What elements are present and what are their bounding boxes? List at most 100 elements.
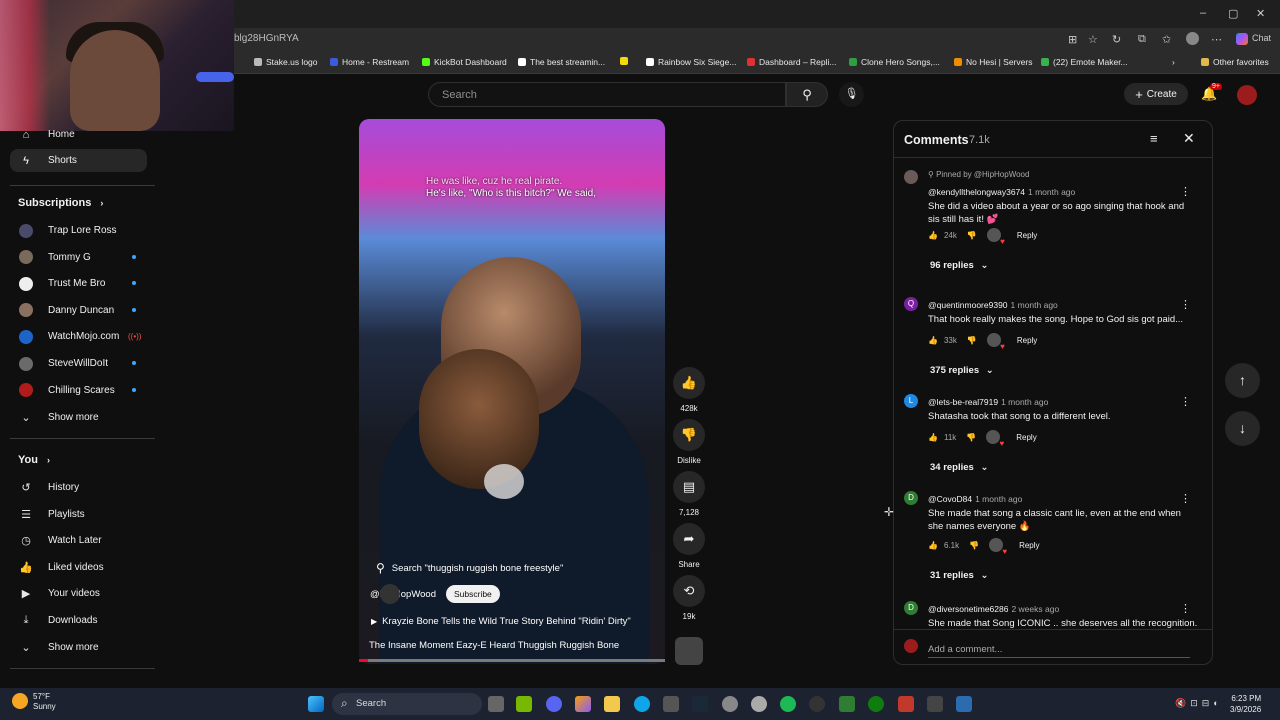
- comment-author[interactable]: @kendyllthelongway3674 1 month ago: [928, 187, 1075, 197]
- comment-author[interactable]: @lets-be-real7919 1 month ago: [928, 397, 1048, 407]
- bookmarks-overflow-icon[interactable]: ›: [1172, 57, 1175, 67]
- bookmark-item[interactable]: Dashboard – Repli...: [747, 57, 837, 67]
- sidebar-channel-item[interactable]: Tommy G: [10, 246, 147, 269]
- bookmark-item[interactable]: No Hesi | Servers: [954, 57, 1032, 67]
- url-text[interactable]: blg28HGnRYA: [234, 33, 299, 44]
- file-explorer-icon[interactable]: [604, 696, 620, 712]
- bookmark-item[interactable]: (22) Emote Maker...: [1041, 57, 1128, 67]
- search-input[interactable]: Search: [428, 82, 786, 107]
- reply-button[interactable]: Reply: [1016, 433, 1036, 442]
- sidebar-item-playlists[interactable]: ☰ Playlists: [10, 503, 147, 526]
- sidebar-channel-item[interactable]: Trust Me Bro: [10, 272, 147, 295]
- sidebar-channel-item[interactable]: Trap Lore Ross: [10, 219, 147, 242]
- app-icon[interactable]: [722, 696, 738, 712]
- reply-button[interactable]: Reply: [1019, 541, 1039, 550]
- sidebar-channel-item[interactable]: Danny Duncan: [10, 299, 147, 322]
- comment-menu-icon[interactable]: ⋮: [1180, 395, 1191, 408]
- sidebar-item-history[interactable]: ↺ History: [10, 476, 147, 499]
- dislike-button[interactable]: 👎 Dislike: [673, 419, 705, 465]
- close-icon[interactable]: ✕: [1183, 130, 1195, 147]
- sort-icon[interactable]: ≡: [1150, 131, 1158, 146]
- view-replies-button[interactable]: 96 replies ⌄: [930, 260, 988, 271]
- nvidia-icon[interactable]: [516, 696, 532, 712]
- sidebar-item-home[interactable]: ⌂ Home: [10, 123, 147, 146]
- sidebar-item-liked-videos[interactable]: 👍 Liked videos: [10, 556, 147, 579]
- minimize-icon[interactable]: –: [1200, 7, 1206, 19]
- edge-icon[interactable]: [634, 696, 650, 712]
- view-replies-button[interactable]: 31 replies ⌄: [930, 570, 988, 581]
- taskbar-search[interactable]: Search: [332, 693, 482, 715]
- app-4k-icon[interactable]: [809, 696, 825, 712]
- bookmark-item[interactable]: [620, 57, 632, 65]
- thumbs-down-icon[interactable]: 👎: [969, 541, 979, 550]
- thumbs-up-icon[interactable]: 👍: [928, 231, 938, 240]
- view-replies-button[interactable]: 34 replies ⌄: [930, 462, 988, 473]
- search-suggestion[interactable]: ⚲ Search "thuggish ruggish bone freestyle…: [376, 561, 563, 575]
- close-window-icon[interactable]: ✕: [1256, 7, 1265, 20]
- steam-icon[interactable]: [692, 696, 708, 712]
- app-red-icon[interactable]: [898, 696, 914, 712]
- commenter-avatar[interactable]: D: [904, 601, 918, 615]
- share-button[interactable]: ➦ Share: [673, 523, 705, 569]
- related-video-link[interactable]: ▶ Krayzie Bone Tells the Wild True Story …: [371, 616, 631, 627]
- sidebar-channel-item[interactable]: WatchMojo.com ((•)): [10, 325, 147, 348]
- view-replies-button[interactable]: 375 replies ⌄: [930, 365, 994, 376]
- video-progress-bar[interactable]: [359, 659, 665, 662]
- create-button[interactable]: + Create: [1124, 83, 1188, 105]
- add-comment-input[interactable]: Add a comment...: [928, 644, 1002, 655]
- comment-menu-icon[interactable]: ⋮: [1180, 185, 1191, 198]
- app-b-icon[interactable]: [839, 696, 855, 712]
- comment-menu-icon[interactable]: ⋮: [1180, 602, 1191, 615]
- reply-button[interactable]: Reply: [1017, 336, 1037, 345]
- comment-username[interactable]: @kendyllthelongway3674: [928, 187, 1025, 197]
- comment-username[interactable]: @quentinmoore9390: [928, 300, 1008, 310]
- show-more-subscriptions[interactable]: ⌄ Show more: [10, 406, 147, 429]
- shorts-video-player[interactable]: [359, 119, 665, 664]
- search-button[interactable]: ⚲: [786, 82, 828, 107]
- comment-username[interactable]: @CovoD84: [928, 494, 972, 504]
- start-icon[interactable]: [308, 696, 324, 712]
- favorites-icon[interactable]: ✩: [1162, 33, 1171, 46]
- voice-search-button[interactable]: 🎙: [839, 82, 864, 107]
- comment-menu-icon[interactable]: ⋮: [1180, 492, 1191, 505]
- split-screen-icon[interactable]: ⊞: [1068, 33, 1077, 46]
- bookmark-item[interactable]: KickBot Dashboard: [422, 57, 507, 67]
- sidebar-item-watch-later[interactable]: ◷ Watch Later: [10, 529, 147, 552]
- you-heading[interactable]: You ›: [18, 454, 50, 466]
- reply-button[interactable]: Reply: [1017, 231, 1037, 240]
- comment-author[interactable]: @CovoD84 1 month ago: [928, 494, 1022, 504]
- commenter-avatar[interactable]: L: [904, 394, 918, 408]
- comment-menu-icon[interactable]: ⋮: [1180, 298, 1191, 311]
- commenter-avatar[interactable]: D: [904, 491, 918, 505]
- subscribe-button[interactable]: Subscribe: [445, 585, 500, 603]
- xbox-icon[interactable]: [868, 696, 884, 712]
- system-tray-icons[interactable]: 🔇⊡⊟◐: [1175, 698, 1223, 709]
- refresh-icon[interactable]: ↻: [1112, 33, 1121, 46]
- store-icon[interactable]: [663, 696, 679, 712]
- commenter-avatar[interactable]: Q: [904, 297, 918, 311]
- video-title[interactable]: The Insane Moment Eazy-E Heard Thuggish …: [369, 640, 619, 651]
- channel-avatar[interactable]: [380, 584, 400, 604]
- copilot-chat-button[interactable]: Chat: [1252, 33, 1271, 43]
- profile-avatar[interactable]: [1186, 32, 1199, 45]
- subscriptions-heading[interactable]: Subscriptions ›: [18, 197, 103, 209]
- sidebar-item-your-videos[interactable]: ▶ Your videos: [10, 582, 147, 605]
- remix-button[interactable]: ⟲ 19k: [673, 575, 705, 621]
- next-short-button[interactable]: ↓: [1225, 411, 1260, 446]
- bookmark-item[interactable]: Home - Restream: [330, 57, 409, 67]
- bookmark-item[interactable]: Stake.us logo: [254, 57, 318, 67]
- more-icon[interactable]: ⋯: [1211, 33, 1222, 46]
- task-view-icon[interactable]: [488, 696, 504, 712]
- extensions-icon[interactable]: ⧉: [1138, 33, 1146, 46]
- thumbs-up-icon[interactable]: 👍: [928, 541, 938, 550]
- comment-author[interactable]: @diversonetime6286 2 weeks ago: [928, 604, 1059, 614]
- thumbs-down-icon[interactable]: 👎: [967, 336, 977, 345]
- copilot-app-icon[interactable]: [575, 696, 591, 712]
- sound-thumbnail[interactable]: [675, 637, 703, 665]
- comment-author[interactable]: @quentinmoore9390 1 month ago: [928, 300, 1058, 310]
- maximize-icon[interactable]: ▢: [1228, 7, 1238, 20]
- sidebar-channel-item[interactable]: SteveWillDoIt: [10, 352, 147, 375]
- show-more-you[interactable]: ⌄ Show more: [10, 636, 147, 659]
- bookmark-item[interactable]: The best streamin...: [518, 57, 605, 67]
- comment-username[interactable]: @lets-be-real7919: [928, 397, 998, 407]
